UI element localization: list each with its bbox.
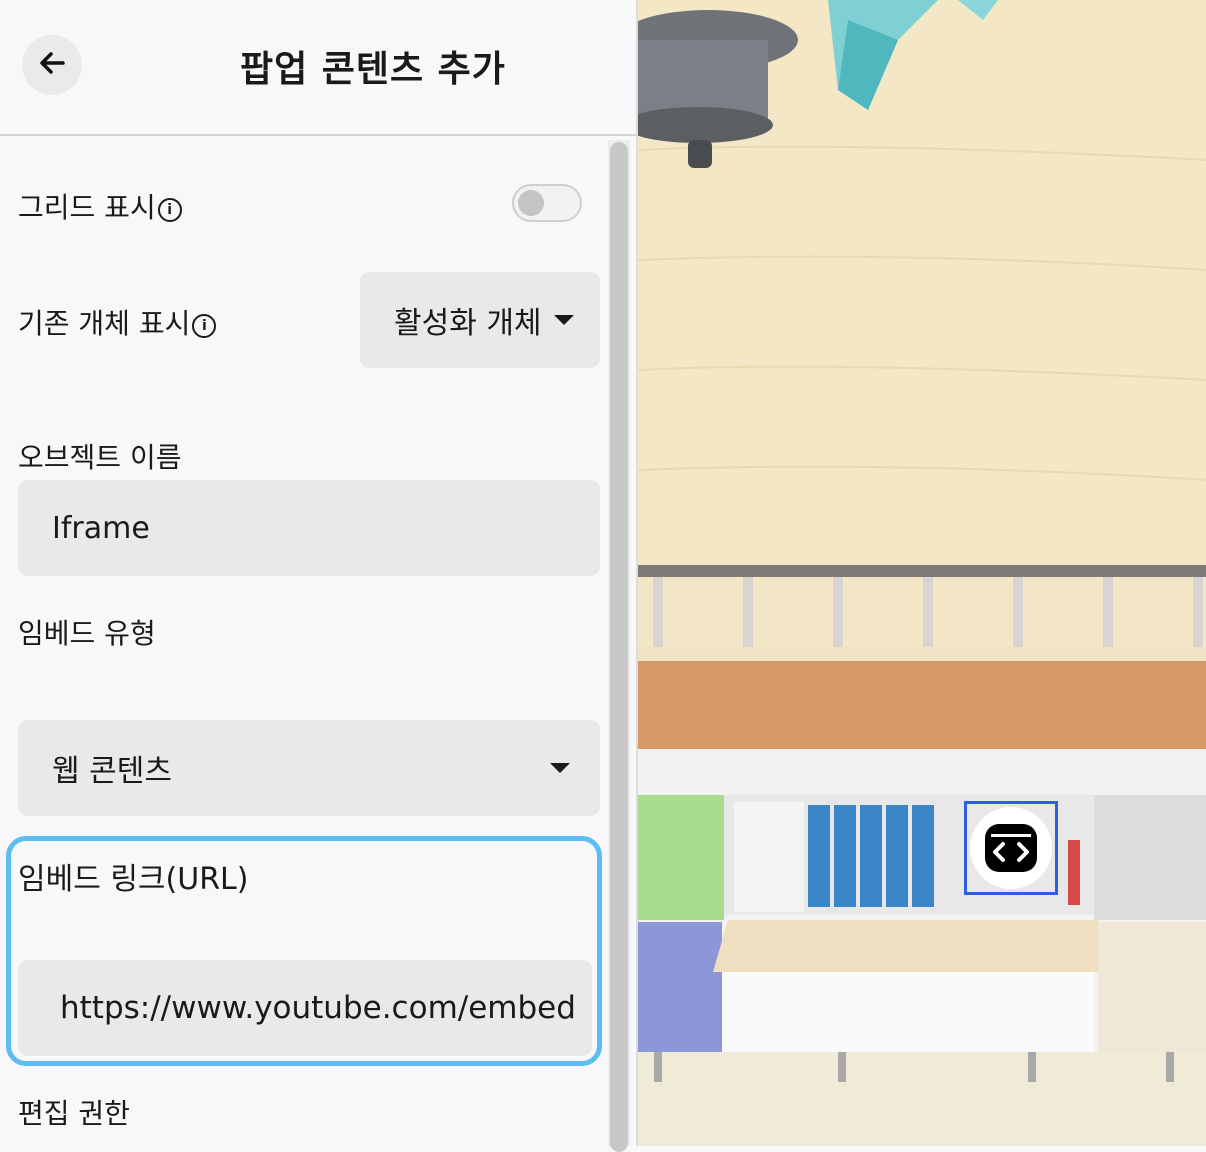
grid-toggle[interactable] xyxy=(512,184,582,222)
edit-permission-label: 편집 권한 xyxy=(18,1097,130,1130)
embed-type-select[interactable]: 웹 콘텐츠 xyxy=(18,720,600,816)
embed-link-label: 임베드 링크(URL) xyxy=(18,862,249,897)
page-title: 팝업 콘텐츠 추가 xyxy=(240,49,506,90)
panel-header: 팝업 콘텐츠 추가 xyxy=(0,0,636,136)
toggle-knob xyxy=(518,190,544,216)
arrow-left-icon xyxy=(37,48,67,82)
embed-link-value: https://www.youtube.com/embed xyxy=(60,990,576,1026)
settings-panel: 팝업 콘텐츠 추가 그리드 표시 i 기존 개체 표시 i 활성화 개체 오브젝트 … xyxy=(0,0,636,1152)
code-embed-icon[interactable] xyxy=(970,807,1052,889)
existing-objects-value: 활성화 개체 xyxy=(394,306,542,341)
chevron-down-icon xyxy=(550,763,570,773)
object-name-input[interactable]: Iframe xyxy=(18,480,600,576)
scene-illustration xyxy=(638,0,1206,1146)
info-icon[interactable]: i xyxy=(157,198,182,222)
existing-objects-label: 기존 개체 표시 i xyxy=(18,302,217,342)
embed-type-value: 웹 콘텐츠 xyxy=(52,754,172,789)
embed-link-input[interactable]: https://www.youtube.com/embed xyxy=(18,960,592,1056)
chevron-down-icon xyxy=(553,315,574,325)
object-name-value: Iframe xyxy=(52,510,150,546)
info-icon[interactable]: i xyxy=(192,314,217,338)
scene-viewport[interactable] xyxy=(636,0,1206,1146)
scrollbar[interactable] xyxy=(608,140,630,1152)
embed-type-label: 임베드 유형 xyxy=(18,617,156,650)
existing-objects-select[interactable]: 활성화 개체 xyxy=(360,272,600,368)
grid-label: 그리드 표시 i xyxy=(18,186,182,226)
back-button[interactable] xyxy=(22,35,82,95)
grid-label-text: 그리드 표시 xyxy=(18,191,156,224)
existing-objects-label-text: 기존 개체 표시 xyxy=(18,307,191,340)
object-name-label: 오브젝트 이름 xyxy=(18,441,182,474)
scrollbar-thumb[interactable] xyxy=(610,142,628,1152)
